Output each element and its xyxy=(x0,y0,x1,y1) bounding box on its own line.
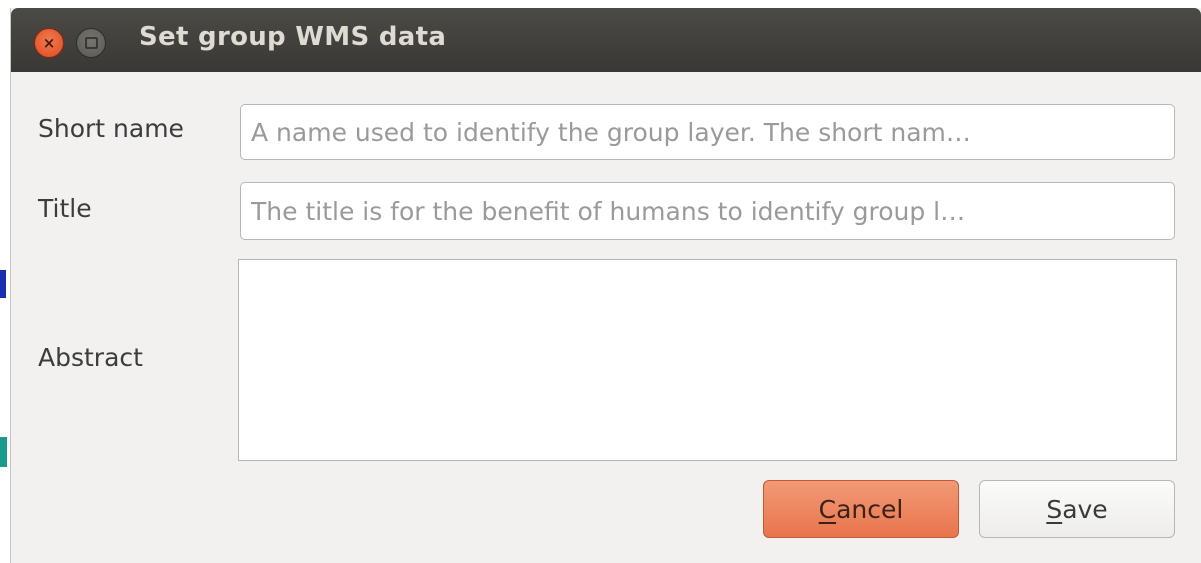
cancel-mnemonic: C xyxy=(818,494,837,524)
background-window-edge xyxy=(0,270,6,298)
save-mnemonic: S xyxy=(1046,494,1063,524)
cancel-button[interactable]: Cancel xyxy=(763,480,959,538)
short-name-input[interactable] xyxy=(240,104,1175,160)
abstract-textarea[interactable] xyxy=(238,259,1177,461)
close-icon[interactable]: × xyxy=(34,28,64,58)
background-window-edge xyxy=(0,437,7,467)
save-button[interactable]: Save xyxy=(979,480,1175,538)
short-name-label: Short name xyxy=(38,114,184,143)
title-input[interactable] xyxy=(240,182,1175,240)
window-title: Set group WMS data xyxy=(139,22,447,52)
title-label: Title xyxy=(38,194,92,223)
set-group-wms-data-dialog: × Set group WMS data Short name Title Ab… xyxy=(10,8,1201,563)
minimize-glyph xyxy=(84,37,98,49)
screen: × Set group WMS data Short name Title Ab… xyxy=(0,0,1201,563)
minimize-icon[interactable] xyxy=(76,28,106,58)
title-bar[interactable]: × Set group WMS data xyxy=(11,8,1201,72)
save-label: ave xyxy=(1062,494,1108,524)
abstract-label: Abstract xyxy=(38,343,143,372)
cancel-label: ancel xyxy=(836,494,904,524)
close-glyph: × xyxy=(42,33,56,52)
